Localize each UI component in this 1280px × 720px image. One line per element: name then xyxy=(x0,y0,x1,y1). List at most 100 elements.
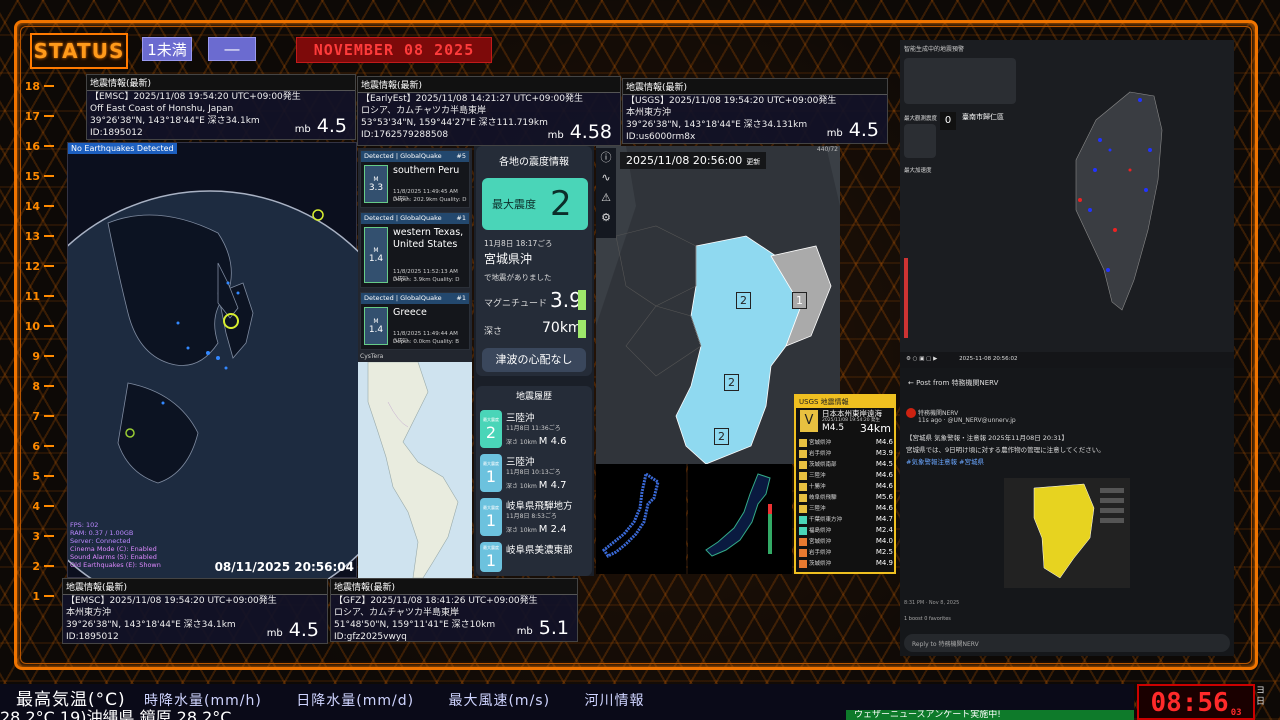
americas-map[interactable] xyxy=(358,362,472,578)
usgs-row-mag: M3.9 xyxy=(875,449,893,457)
usgs-row-mag: M4.7 xyxy=(875,515,893,523)
ruler-line xyxy=(44,445,54,447)
taiwan-map-svg xyxy=(904,91,1163,338)
usgs-row[interactable]: 三陸沖 M4.6 xyxy=(799,504,893,514)
quake-info-usgs: 地震情報(最新) 【USGS】2025/11/08 19:54:20 UTC+0… xyxy=(622,78,888,144)
gq-card[interactable]: Detected | GlobalQuake #5 M 3.3 southern P… xyxy=(360,150,470,208)
ruler-line xyxy=(44,85,54,87)
usgs-row[interactable]: 宮城県沖 M4.6 xyxy=(799,438,893,448)
history-place: 岐阜県美濃東部 xyxy=(506,545,573,556)
max-label: 最大震度 xyxy=(492,198,536,211)
history-item[interactable]: 最大震度 1 三陸沖 11月8日 10:13ごろ 深さ 10km M 4.7 xyxy=(480,454,590,494)
wave-icon[interactable]: ∿ xyxy=(596,168,616,188)
warning-icon[interactable]: ⚠ xyxy=(596,188,616,208)
reply-input[interactable]: Reply to 特務機関NERV xyxy=(904,634,1230,652)
mag-value: 5.1 xyxy=(538,617,569,639)
ruler-tick: 2 xyxy=(20,556,60,576)
back-arrow-icon[interactable]: ← xyxy=(908,379,914,387)
history-time: 11月8日 11:36ごろ xyxy=(506,425,561,432)
history-time: 11月8日 8:53ごろ xyxy=(506,513,557,520)
intensity-info: 各地の震度情報 最大震度 2 11月8日 18:17ごろ 宮城県沖 で地震がありま… xyxy=(476,146,592,376)
history-item[interactable]: 最大震度 2 三陸沖 11月8日 11:36ごろ 深さ 10km M 4.6 xyxy=(480,410,590,450)
mag-label: M xyxy=(373,175,379,183)
map-timestamp: 2025/11/08 20:56:00 更新 xyxy=(620,152,767,169)
usgs-row-name: 茨城県南部 xyxy=(809,462,837,468)
gq-card[interactable]: Detected | GlobalQuake #1 M 1.4 western Te… xyxy=(360,212,470,288)
usgs-row-name: 宮城県沖 xyxy=(809,539,832,545)
usgs-row[interactable]: 福島県沖 M2.4 xyxy=(799,526,893,536)
seismic-map[interactable] xyxy=(688,464,792,574)
post-title-text: Post from 特務機関NERV xyxy=(916,379,999,387)
ruler-line xyxy=(44,355,54,357)
mag-label: M xyxy=(373,246,379,254)
history-shindo: 1 xyxy=(485,510,497,530)
history-place: 岐阜県飛騨地方 xyxy=(506,501,573,512)
history-item[interactable]: 最大震度 1 岐阜県美濃東部 xyxy=(480,542,590,574)
history-shindo: 1 xyxy=(485,466,497,486)
quake-note: で地震がありました xyxy=(484,273,552,282)
info-icon[interactable]: ⓘ xyxy=(596,148,616,168)
post-username: 特務機関NERV xyxy=(918,410,959,417)
ruler-number: 14 xyxy=(24,199,40,213)
usgs-row-mag: M4.6 xyxy=(875,482,893,490)
quake-info-gfz: 地震情報(最新) 【GFZ】2025/11/08 18:41:26 UTC+09… xyxy=(330,578,578,642)
quake-line1: 【EarlyEst】2025/11/08 14:21:27 UTC+09:00発… xyxy=(361,94,583,104)
usgs-row[interactable]: 茨城県沖 M4.9 xyxy=(799,559,893,569)
settings-icon[interactable]: ⚙ ○ ▣ ▢ ▶ xyxy=(906,356,937,362)
usgs-row-name: 三陸沖 xyxy=(809,506,826,512)
taiwan-eew-map[interactable]: 智能生成中的地震預警 最大觀測震度 0 臺南市歸仁區 最大加速度 ⚙ ○ ▣ ▢… xyxy=(900,40,1234,368)
debug-old: Old Earthquakes (E): Shown xyxy=(70,561,161,569)
ruler-line xyxy=(44,385,54,387)
nied-map[interactable] xyxy=(596,464,686,574)
usgs-row[interactable]: 宮城県沖 M4.0 xyxy=(799,537,893,547)
history-item[interactable]: 最大震度 1 岐阜県飛騨地方 11月8日 8:53ごろ 深さ 10km M 2.4 xyxy=(480,498,590,538)
card-num: #5 xyxy=(456,152,466,160)
gq-card[interactable]: Detected | GlobalQuake #1 M 1.4 Greece 11/… xyxy=(360,292,470,350)
usgs-row[interactable]: 十勝沖 M4.6 xyxy=(799,482,893,492)
usgs-row-mag: M4.6 xyxy=(875,438,893,446)
post-image[interactable] xyxy=(1004,478,1130,588)
globalquake-globe[interactable]: No Earthquakes Detected FPS: 102 RAM: 0.… xyxy=(67,142,358,579)
usgs-row-mag: M2.5 xyxy=(875,548,893,556)
usgs-row-badge xyxy=(799,548,807,557)
debug-ram: RAM: 0.37 / 1.00GB xyxy=(70,529,134,537)
ruler-tick: 13 xyxy=(20,226,60,246)
post-user[interactable]: 特務機関NERV 11s ago · @UN_NERV@unnerv.jp xyxy=(918,408,1016,424)
usgs-row[interactable]: 岐阜県飛騨 M5.6 xyxy=(799,493,893,503)
usgs-row-badge xyxy=(799,460,807,469)
usgs-row[interactable]: 千葉県東方沖 M4.7 xyxy=(799,515,893,525)
avatar[interactable] xyxy=(906,408,916,418)
ruler-tick: 18 xyxy=(20,76,60,96)
map-toolbar: ⓘ ∿ ⚠ ⚙ xyxy=(596,148,616,238)
max-value: 2 xyxy=(550,184,572,224)
mag-unit: mb xyxy=(266,628,283,639)
ruler-number: 18 xyxy=(24,79,40,93)
clock-seconds: 03 xyxy=(1230,708,1242,718)
quake-line1: 【EMSC】2025/11/08 19:54:20 UTC+09:00発生 xyxy=(90,92,301,102)
gear-icon[interactable]: ⚙ xyxy=(596,208,616,228)
usgs-row-mag: M5.6 xyxy=(875,493,893,501)
post-time: 8:31 PM · Nov 8, 2025 xyxy=(904,600,960,606)
ruler-number: 16 xyxy=(24,139,40,153)
post-tags[interactable]: #気象警報注意報 #宮城県 xyxy=(906,456,1226,468)
usgs-row-badge xyxy=(799,559,807,568)
ticker-values: 28.2°C 19)沖縄県 鏡原 28.2°C xyxy=(0,708,232,720)
usgs-row[interactable]: 岩手県沖 M2.5 xyxy=(799,548,893,558)
ruler: 18 17 16 15 14 13 12 11 10 9 8 7 6 5 4 3 2 1 xyxy=(20,76,60,636)
usgs-row[interactable]: 茨城県南部 M4.5 xyxy=(799,460,893,470)
usgs-row-mag: M4.5 xyxy=(875,460,893,468)
usgs-row-badge xyxy=(799,515,807,524)
ruler-number: 17 xyxy=(24,109,40,123)
ruler-line xyxy=(44,595,54,597)
date-banner: NOVEMBER 08 2025 xyxy=(296,37,492,63)
ruler-line xyxy=(44,535,54,537)
ruler-tick: 14 xyxy=(20,196,60,216)
globe-timestamp: 08/11/2025 20:56:04 xyxy=(214,560,354,574)
mag-value: 4.5 xyxy=(316,115,347,137)
americas-map-svg xyxy=(367,362,459,578)
usgs-row[interactable]: 岩手県沖 M3.9 xyxy=(799,449,893,459)
usgs-row[interactable]: 三陸沖 M4.6 xyxy=(799,471,893,481)
ruler-tick: 1 xyxy=(20,586,60,606)
quake-line1: 【EMSC】2025/11/08 19:54:20 UTC+09:00発生 xyxy=(66,596,277,606)
mag-unit: mb xyxy=(547,130,564,141)
